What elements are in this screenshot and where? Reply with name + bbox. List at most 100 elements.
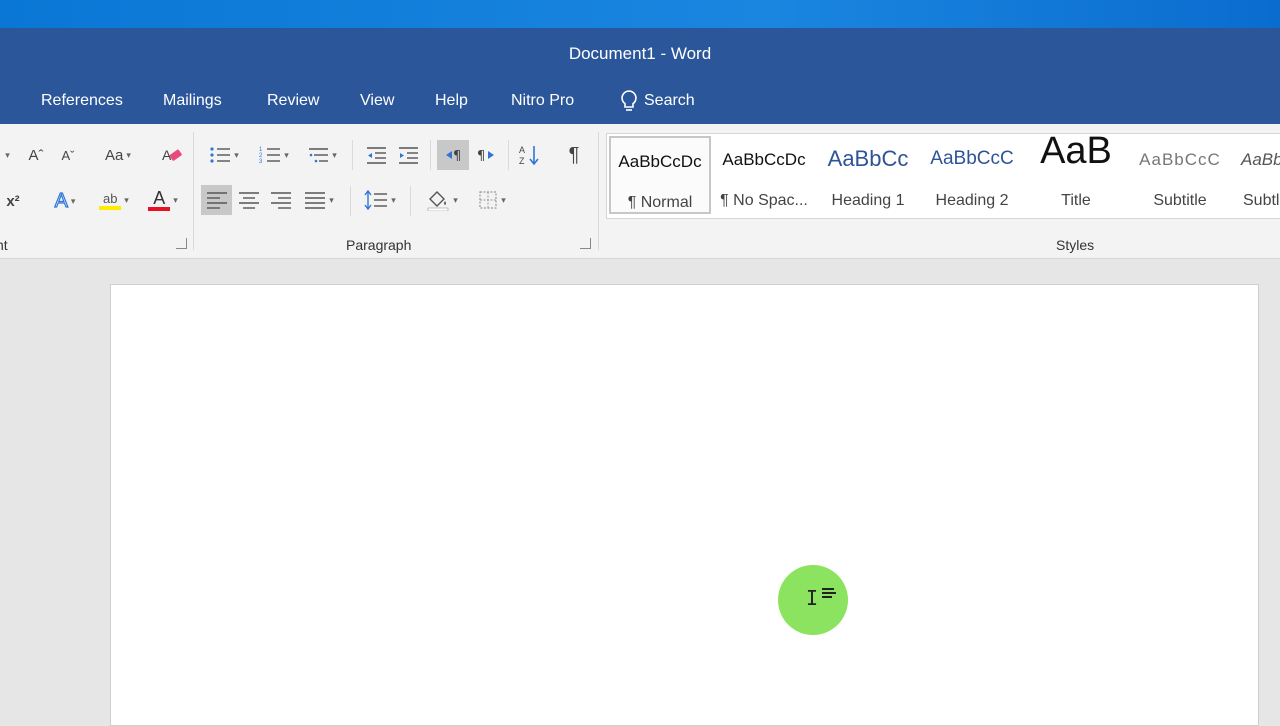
font-color-sample-label: A	[153, 188, 166, 208]
font-color-icon: A	[148, 188, 171, 211]
style-no-spacing[interactable]: AaBbCcDc ¶ No Spac...	[713, 136, 815, 214]
show-formatting-marks-button[interactable]: ¶	[560, 140, 588, 170]
multilevel-list-icon	[309, 148, 329, 163]
font-size-dropdown-arrow[interactable]: ▾	[0, 144, 12, 166]
align-left-icon	[206, 192, 227, 209]
rtl-direction-button[interactable]: ¶	[472, 140, 500, 170]
divider	[350, 186, 351, 216]
svg-text:Z: Z	[519, 156, 525, 166]
text-effects-icon: A	[54, 189, 69, 212]
left-to-right-icon: ¶	[446, 149, 461, 164]
divider	[352, 140, 353, 170]
ribbon-tabs: : References Mailings Review View Help N…	[0, 80, 1280, 124]
style-normal[interactable]: AaBbCcDc ¶ Normal	[609, 136, 711, 214]
align-center-button[interactable]	[235, 185, 263, 215]
group-separator	[598, 132, 599, 250]
text-cursor-icon: I	[806, 586, 819, 610]
styles-gallery: AaBbCcDc ¶ Normal AaBbCcDc ¶ No Spac... …	[606, 130, 1280, 219]
decrease-indent-icon	[367, 147, 386, 164]
style-subtle-emphasis[interactable]: AaBb Subtl	[1233, 136, 1280, 214]
shading-button[interactable]: ▾	[418, 185, 466, 215]
tab-partial-edge[interactable]: :	[0, 92, 1, 110]
style-label: Subtitle	[1153, 192, 1207, 209]
style-preview: AaBbCcC	[1139, 150, 1221, 169]
align-left-button[interactable]	[201, 185, 232, 215]
numbering-button[interactable]: 1 2 3 ▾	[252, 142, 296, 168]
justify-icon	[305, 192, 326, 209]
tab-help[interactable]: Help	[435, 92, 468, 110]
style-preview: AaB	[1040, 130, 1112, 172]
borders-icon	[479, 191, 497, 209]
style-preview: AaBbCcDc	[618, 152, 702, 171]
paint-bucket-icon	[427, 191, 449, 211]
borders-button[interactable]: ▾	[470, 185, 514, 215]
increase-indent-button[interactable]	[394, 142, 422, 168]
justify-button[interactable]: ▾	[297, 185, 341, 215]
style-label: Heading 2	[935, 192, 1009, 209]
eraser-icon: A	[162, 147, 182, 163]
style-preview: AaBb	[1241, 150, 1280, 169]
divider	[430, 140, 431, 170]
style-preview: AaBbCcDc	[722, 150, 806, 169]
desktop-background-strip	[0, 0, 1280, 28]
divider	[508, 140, 509, 170]
sort-az-icon: A Z	[519, 145, 539, 166]
click-and-type-icon	[822, 588, 836, 600]
highlight-sample-label: ab	[103, 190, 118, 206]
divider	[410, 186, 411, 216]
font-dialog-launcher[interactable]	[176, 238, 187, 249]
font-group-label: nt	[0, 237, 8, 253]
text-effects-button[interactable]: A ▾	[44, 187, 86, 215]
style-label: Title	[1061, 192, 1091, 209]
multilevel-list-button[interactable]: ▾	[300, 142, 344, 168]
style-heading-1[interactable]: AaBbCc Heading 1	[817, 136, 919, 214]
title-bar: Document1 - Word	[0, 28, 1280, 80]
style-label: ¶ Normal	[627, 194, 693, 211]
align-right-icon	[271, 192, 291, 209]
style-label: ¶ No Spac...	[720, 192, 808, 209]
shrink-font-button[interactable]: Aˇ	[56, 142, 80, 168]
align-right-button[interactable]	[267, 185, 295, 215]
svg-text:3: 3	[259, 159, 263, 165]
style-label: Heading 1	[831, 192, 905, 209]
line-spacing-icon	[364, 190, 388, 210]
ltr-direction-button[interactable]: ¶	[437, 140, 469, 170]
ribbon: ▾ Aˆ Aˇ Aa▾ A x² A▾ ab ▾ A ▾ nt ▾	[0, 124, 1280, 259]
styles-group-label: Styles	[1056, 237, 1095, 253]
style-heading-2[interactable]: AaBbCcC Heading 2	[921, 136, 1023, 214]
bullets-button[interactable]: ▾	[202, 142, 246, 168]
tab-view[interactable]: View	[360, 92, 394, 110]
change-case-button[interactable]: Aa ▾	[96, 142, 140, 168]
clear-formatting-button[interactable]: A	[158, 142, 186, 168]
align-center-icon	[239, 192, 259, 209]
paragraph-group-label: Paragraph	[346, 237, 412, 253]
tab-review[interactable]: Review	[267, 92, 319, 110]
tab-references[interactable]: References	[41, 92, 123, 110]
font-color-button[interactable]: A ▾	[142, 184, 184, 216]
superscript-button[interactable]: x²	[2, 188, 24, 214]
style-preview: AaBbCc	[827, 146, 909, 171]
increase-indent-icon	[399, 147, 418, 164]
style-title[interactable]: AaB Title	[1025, 130, 1127, 214]
highlighter-icon: ab	[99, 190, 122, 210]
svg-text:¶: ¶	[453, 149, 461, 164]
style-subtitle[interactable]: AaBbCcC Subtitle	[1129, 136, 1231, 214]
sort-button[interactable]: A Z	[516, 140, 544, 170]
search-box[interactable]: Search	[620, 90, 695, 112]
lightbulb-icon	[621, 90, 637, 111]
grow-font-button[interactable]: Aˆ	[24, 142, 48, 168]
change-case-label: Aa	[105, 146, 124, 164]
document-page[interactable]	[110, 284, 1259, 726]
svg-text:¶: ¶	[477, 149, 485, 164]
tab-nitro-pro[interactable]: Nitro Pro	[511, 92, 574, 110]
decrease-indent-button[interactable]	[362, 142, 390, 168]
style-label: Subtl	[1243, 192, 1280, 209]
tab-mailings[interactable]: Mailings	[163, 92, 222, 110]
group-separator	[193, 132, 194, 250]
numbered-list-icon: 1 2 3	[259, 147, 281, 165]
search-label: Search	[644, 92, 695, 109]
svg-text:A: A	[519, 145, 525, 155]
paragraph-dialog-launcher[interactable]	[580, 238, 591, 249]
highlight-color-button[interactable]: ab ▾	[92, 184, 136, 216]
line-spacing-button[interactable]: ▾	[358, 185, 402, 215]
